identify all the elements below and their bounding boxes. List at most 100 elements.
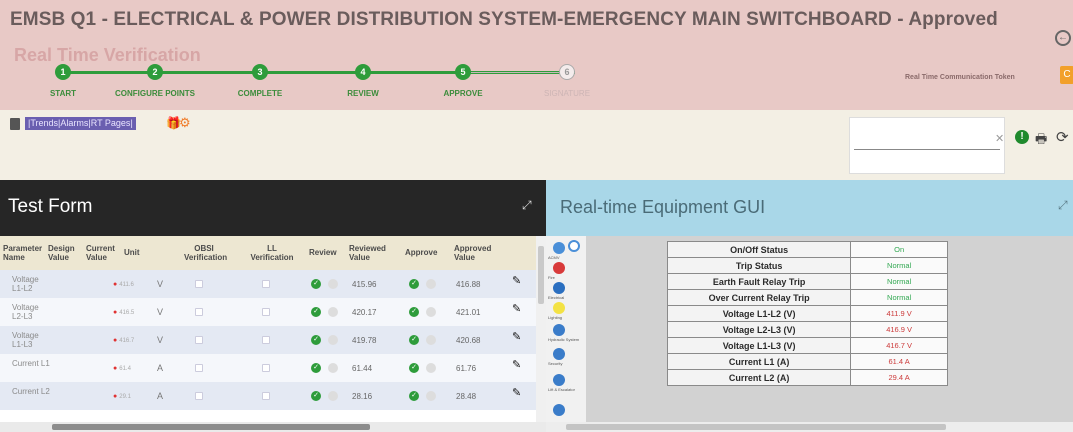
link-trends[interactable]: Trends [30, 118, 58, 128]
status-label: Current L2 (A) [666, 369, 852, 386]
ll-checkbox[interactable] [262, 280, 270, 288]
step-2-label: CONFIGURE POINTS [114, 89, 196, 98]
test-form-table: Parameter Name Design Value Current Valu… [0, 236, 546, 432]
side-label-acmv: ACMV [548, 255, 560, 260]
ll-checkbox[interactable] [262, 392, 270, 400]
pencil-icon[interactable]: ✎ [512, 388, 521, 399]
approve-ok-icon[interactable]: ✓ [409, 335, 419, 345]
unit: V [157, 307, 164, 317]
obsi-checkbox[interactable] [195, 364, 203, 372]
review-reject-icon[interactable] [328, 363, 338, 373]
approve-reject-icon[interactable] [426, 391, 436, 401]
acmv-icon[interactable] [553, 242, 565, 254]
reviewed-value: 61.44 [352, 364, 373, 373]
step-4-dot[interactable]: 4 [355, 64, 371, 80]
lift-icon[interactable] [553, 374, 565, 386]
page-title: EMSB Q1 - ELECTRICAL & POWER DISTRIBUTIO… [10, 9, 998, 30]
alert-icon[interactable]: ! [1015, 130, 1029, 144]
pencil-icon[interactable]: ✎ [512, 332, 521, 343]
table-row: Voltage L2-L3 416.5 V ✓ 420.17 ✓ 421.01 … [0, 298, 536, 326]
reviewed-value: 419.78 [352, 336, 377, 345]
status-value: 416.7 V [850, 337, 948, 354]
param-name: Voltage L2-L3 [12, 303, 39, 321]
approve-ok-icon[interactable]: ✓ [409, 307, 419, 317]
approve-ok-icon[interactable]: ✓ [409, 363, 419, 373]
approved-value: 421.01 [456, 308, 481, 317]
book-icon[interactable] [10, 118, 20, 130]
review-ok-icon[interactable]: ✓ [311, 363, 321, 373]
review-reject-icon[interactable] [328, 335, 338, 345]
security-icon[interactable] [553, 348, 565, 360]
obsi-checkbox[interactable] [195, 392, 203, 400]
col-review: Review [309, 248, 337, 257]
review-ok-icon[interactable]: ✓ [311, 279, 321, 289]
param-name: Voltage L1-L2 [12, 275, 39, 293]
more-icon[interactable] [553, 404, 565, 416]
expand-icon[interactable]: ⤢ [522, 198, 532, 213]
review-reject-icon[interactable] [328, 307, 338, 317]
table-row: Current L1 61.4 A ✓ 61.44 ✓ 61.76 ✎ [0, 354, 536, 382]
step-2-dot[interactable]: 2 [147, 64, 163, 80]
realtime-panel: ACMV Fire Electrical Lighting Hydraulic … [546, 236, 1073, 432]
status-label: On/Off Status [666, 241, 852, 258]
step-5-dot[interactable]: 5 [455, 64, 471, 80]
current-value: 411.6 [113, 280, 134, 290]
approve-reject-icon[interactable] [426, 363, 436, 373]
horizontal-scrollbar[interactable] [546, 422, 1073, 432]
section-subtitle: Real Time Verification [14, 45, 201, 65]
ll-checkbox[interactable] [262, 364, 270, 372]
approve-reject-icon[interactable] [426, 307, 436, 317]
back-arrow-icon[interactable]: ← [1055, 30, 1071, 46]
horizontal-scrollbar[interactable] [0, 422, 546, 432]
status-row: Voltage L1-L2 (V) 411.9 V [666, 305, 948, 322]
col-unit: Unit [124, 248, 140, 257]
review-ok-icon[interactable]: ✓ [311, 335, 321, 345]
ll-checkbox[interactable] [262, 308, 270, 316]
status-label: Current L1 (A) [666, 353, 852, 370]
status-label: Earth Fault Relay Trip [666, 273, 852, 290]
obsi-checkbox[interactable] [195, 308, 203, 316]
pencil-icon[interactable]: ✎ [512, 304, 521, 315]
status-label: Trip Status [666, 257, 852, 274]
review-ok-icon[interactable]: ✓ [311, 391, 321, 401]
lighting-icon[interactable] [553, 302, 565, 314]
hydraulic-icon[interactable] [553, 324, 565, 336]
status-row: Over Current Relay Trip Normal [666, 289, 948, 306]
step-3-dot[interactable]: 3 [252, 64, 268, 80]
token-refresh-button[interactable]: C [1060, 66, 1073, 84]
param-name: Voltage L1-L3 [12, 331, 39, 349]
help-icon[interactable] [568, 240, 580, 252]
obsi-checkbox[interactable] [195, 280, 203, 288]
search-input[interactable] [849, 117, 1005, 174]
electrical-icon[interactable] [553, 282, 565, 294]
refresh-icon[interactable]: ⟳ [1056, 128, 1069, 146]
side-label-security: Security [548, 361, 563, 366]
approve-ok-icon[interactable]: ✓ [409, 279, 419, 289]
col-current-value: Current Value [86, 244, 115, 262]
approve-reject-icon[interactable] [426, 335, 436, 345]
system-sidebar: ACMV Fire Electrical Lighting Hydraulic … [546, 236, 586, 422]
ll-checkbox[interactable] [262, 336, 270, 344]
approve-ok-icon[interactable]: ✓ [409, 391, 419, 401]
col-approved-value: Approved Value [454, 244, 492, 262]
link-alarms[interactable]: Alarms [60, 118, 88, 128]
expand-icon[interactable]: ⤢ [1058, 198, 1068, 213]
obsi-checkbox[interactable] [195, 336, 203, 344]
link-rt-pages[interactable]: RT Pages [91, 118, 131, 128]
pencil-icon[interactable]: ✎ [512, 360, 521, 371]
step-1-dot[interactable]: 1 [55, 64, 71, 80]
unit: A [157, 363, 164, 373]
vertical-scrollbar[interactable] [536, 236, 546, 422]
gear-icon[interactable]: ⚙ [179, 115, 191, 131]
fire-icon[interactable] [553, 262, 565, 274]
approve-reject-icon[interactable] [426, 279, 436, 289]
realtime-header: Real-time Equipment GUI ⤢ [546, 180, 1073, 236]
close-icon[interactable]: ✕ [995, 132, 1004, 145]
print-icon[interactable]: 🖶 [1035, 130, 1047, 152]
review-reject-icon[interactable] [328, 279, 338, 289]
step-6-dot[interactable]: 6 [559, 64, 575, 80]
review-reject-icon[interactable] [328, 391, 338, 401]
col-parameter-name: Parameter Name [3, 244, 43, 262]
pencil-icon[interactable]: ✎ [512, 276, 521, 287]
review-ok-icon[interactable]: ✓ [311, 307, 321, 317]
